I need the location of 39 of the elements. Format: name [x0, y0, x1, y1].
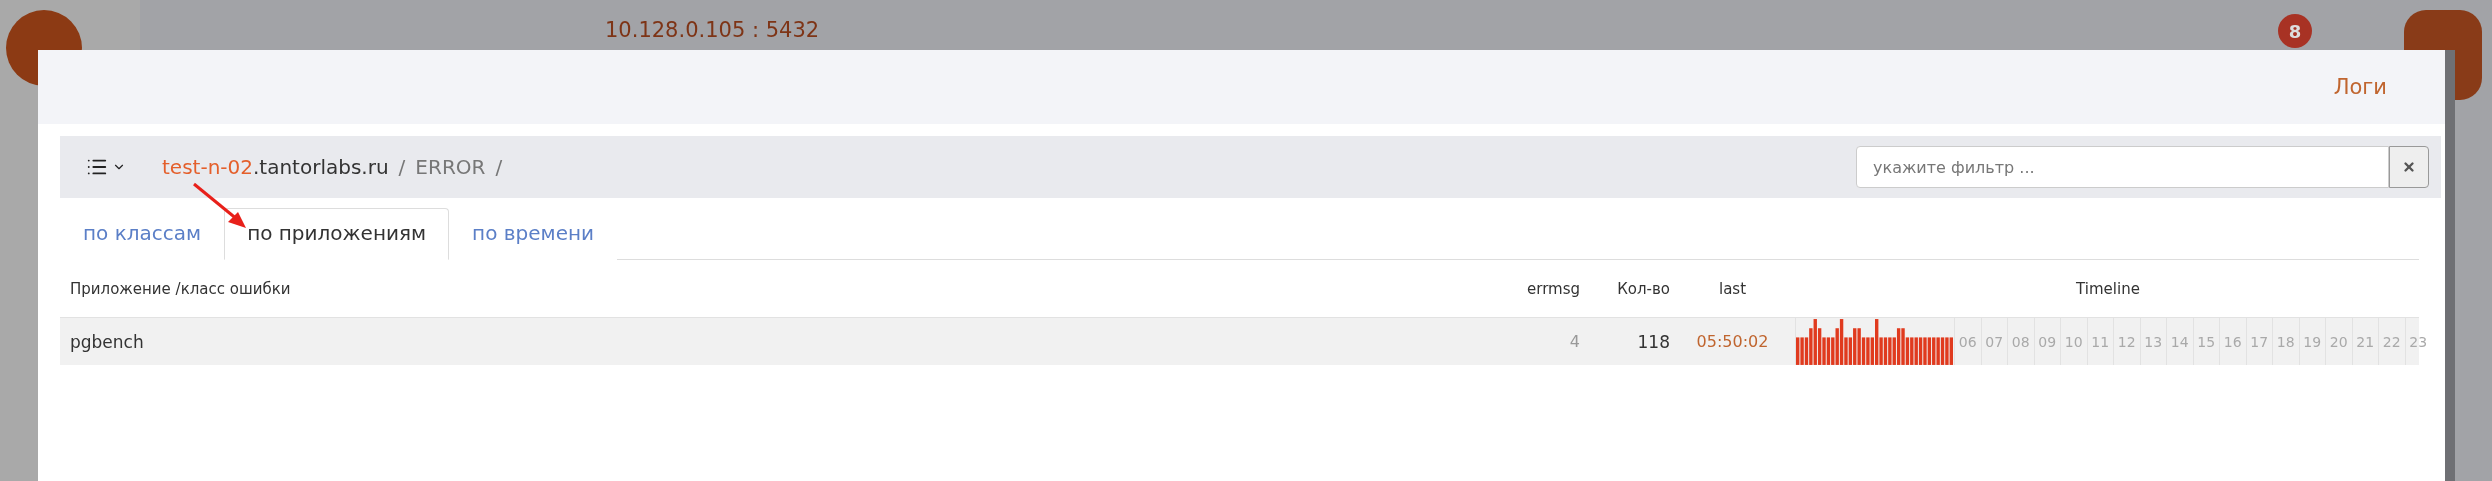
hour-label: 07 [1980, 318, 2007, 365]
table-cell-text: 4 [1568, 332, 1581, 351]
error-level-crumb[interactable]: ERROR [415, 155, 486, 179]
hour-label: 22 [2378, 318, 2405, 365]
hour-label: 09 [2033, 318, 2060, 365]
tab[interactable]: по приложениям [224, 208, 450, 260]
hour-label: 11 [2086, 318, 2113, 365]
modal-title: Логи [2333, 75, 2387, 99]
clear-button[interactable] [2389, 146, 2429, 188]
column-header: last [1717, 279, 1748, 298]
breadcrumb-item[interactable]: 10.128.0.105 : 5432 [605, 18, 820, 42]
hour-label: 16 [2219, 318, 2246, 365]
table-cell-text: pgbench [69, 331, 145, 352]
scrollbar[interactable] [2445, 50, 2455, 481]
hour-label: 10 [2060, 318, 2087, 365]
column-header: Кол-во [1616, 279, 1671, 298]
host-link[interactable]: test-n-02.tantorlabs.ru [162, 155, 389, 179]
hour-label: 18 [2272, 318, 2299, 365]
hour-label: 13 [2139, 318, 2166, 365]
hour-label: 06 [1954, 318, 1981, 365]
hour-label: 21 [2351, 318, 2378, 365]
hour-label: 17 [2245, 318, 2272, 365]
path-separator: / [398, 155, 406, 179]
hour-label: 12 [2113, 318, 2140, 365]
table-cell-text: 05:50:02 [1695, 332, 1770, 351]
close-icon [2402, 160, 2416, 174]
table-cell-text: 118 [1636, 331, 1671, 352]
hour-label: 15 [2192, 318, 2219, 365]
column-header: Timeline [2075, 279, 2141, 298]
hour-label: 08 [2007, 318, 2034, 365]
column-header: Приложение /класс ошибки [69, 279, 292, 298]
hour-label: 14 [2166, 318, 2193, 365]
filter-field[interactable]: укажите фильтр ... [1856, 146, 2389, 188]
path-separator: / [495, 155, 503, 179]
hour-label: 19 [2298, 318, 2325, 365]
notification-badge: 8 [2278, 14, 2312, 48]
hour-label: 23 [2404, 318, 2431, 365]
column-header: errmsg [1526, 279, 1581, 298]
hour-label: 20 [2325, 318, 2352, 365]
